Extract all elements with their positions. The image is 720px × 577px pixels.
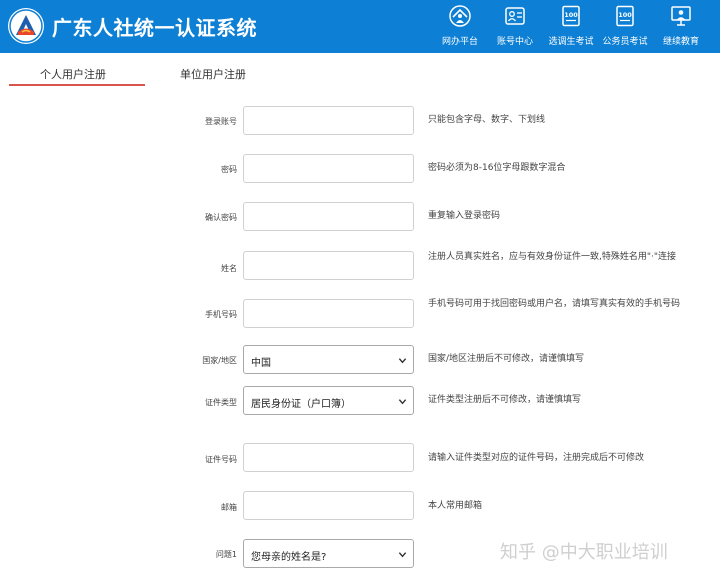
nav-label: 网办平台 [441, 37, 478, 47]
login-account-label: 登录账号 [205, 117, 237, 126]
chevron-down-icon [398, 399, 407, 405]
id-number-label: 证件号码 [205, 455, 237, 464]
phone-hint: 手机号码可用于找回密码或用户名，请填写真实有效的手机号码 [428, 299, 681, 309]
confirm-password-hint: 重复输入登录密码 [428, 211, 501, 221]
id-type-selected-value: 居民身份证（户口簿） [251, 399, 351, 410]
email-hint: 本人常用邮箱 [428, 501, 483, 511]
svg-text:100: 100 [564, 11, 578, 19]
nav-online-service[interactable]: 网办平台 [437, 0, 483, 53]
security-question-select[interactable]: 您母亲的姓名是? [243, 539, 414, 568]
chevron-down-icon [398, 552, 407, 558]
nav-xuandiao-exam[interactable]: 100 选调生考试 [544, 0, 598, 53]
site-title[interactable]: 广东人社统一认证系统 [52, 12, 257, 41]
nav-civil-service-exam[interactable]: 100 公务员考试 [598, 0, 652, 53]
id-type-hint: 证件类型注册后不可修改，请谨慎填写 [428, 395, 582, 405]
exam-100-icon: 100 [562, 5, 580, 27]
teacher-board-icon [671, 6, 691, 26]
security-question-label: 问题1 [215, 550, 237, 559]
password-label: 密码 [221, 165, 237, 174]
account-card-icon [505, 7, 525, 25]
country-selected-value: 中国 [251, 358, 271, 369]
site-logo[interactable] [8, 8, 44, 44]
security-question-selected-value: 您母亲的姓名是? [251, 552, 327, 563]
nav-label: 公务员考试 [602, 37, 648, 47]
id-type-label: 证件类型 [205, 398, 237, 407]
tab-organization-registration[interactable]: 单位用户注册 [180, 66, 246, 82]
country-select[interactable]: 中国 [243, 345, 414, 374]
name-hint: 注册人员真实姓名，应与有效身份证件一致,特殊姓名用"·"连接 [428, 252, 677, 262]
house-person-icon [449, 5, 471, 27]
email-input[interactable] [243, 491, 414, 520]
id-type-select[interactable]: 居民身份证（户口簿） [243, 386, 414, 415]
name-input[interactable] [243, 251, 414, 280]
confirm-password-input[interactable] [243, 202, 414, 231]
top-header: 广东人社统一认证系统 网办平台 账号中心 100 选调生考试 100 公务员考试… [0, 0, 720, 53]
watermark-text: 知乎 @中大职业培训 [500, 542, 668, 563]
login-account-hint: 只能包含字母、数字、下划线 [428, 115, 546, 125]
logo-emblem-icon [9, 9, 43, 43]
name-label: 姓名 [221, 264, 237, 273]
nav-label: 继续教育 [662, 37, 699, 47]
nav-label: 选调生考试 [548, 37, 594, 47]
login-account-input[interactable] [243, 106, 414, 135]
phone-label: 手机号码 [205, 310, 237, 319]
email-label: 邮箱 [221, 503, 237, 512]
password-input[interactable] [243, 154, 414, 183]
confirm-password-label: 确认密码 [205, 213, 237, 222]
country-hint: 国家/地区注册后不可修改，请谨慎填写 [428, 354, 585, 364]
phone-input[interactable] [243, 299, 414, 328]
svg-text:100: 100 [618, 11, 632, 19]
nav-continuing-education[interactable]: 继续教育 [658, 0, 704, 53]
nav-account-center[interactable]: 账号中心 [492, 0, 538, 53]
active-tab-indicator [9, 84, 145, 86]
nav-label: 账号中心 [496, 37, 533, 47]
tab-personal-registration[interactable]: 个人用户注册 [40, 66, 106, 82]
chevron-down-icon [398, 358, 407, 364]
id-number-hint: 请输入证件类型对应的证件号码，注册完成后不可修改 [428, 453, 645, 463]
password-hint: 密码必须为8-16位字母跟数字混合 [428, 163, 566, 173]
country-label: 国家/地区 [202, 356, 237, 365]
id-number-input[interactable] [243, 443, 414, 472]
exam-100-icon: 100 [616, 5, 634, 27]
